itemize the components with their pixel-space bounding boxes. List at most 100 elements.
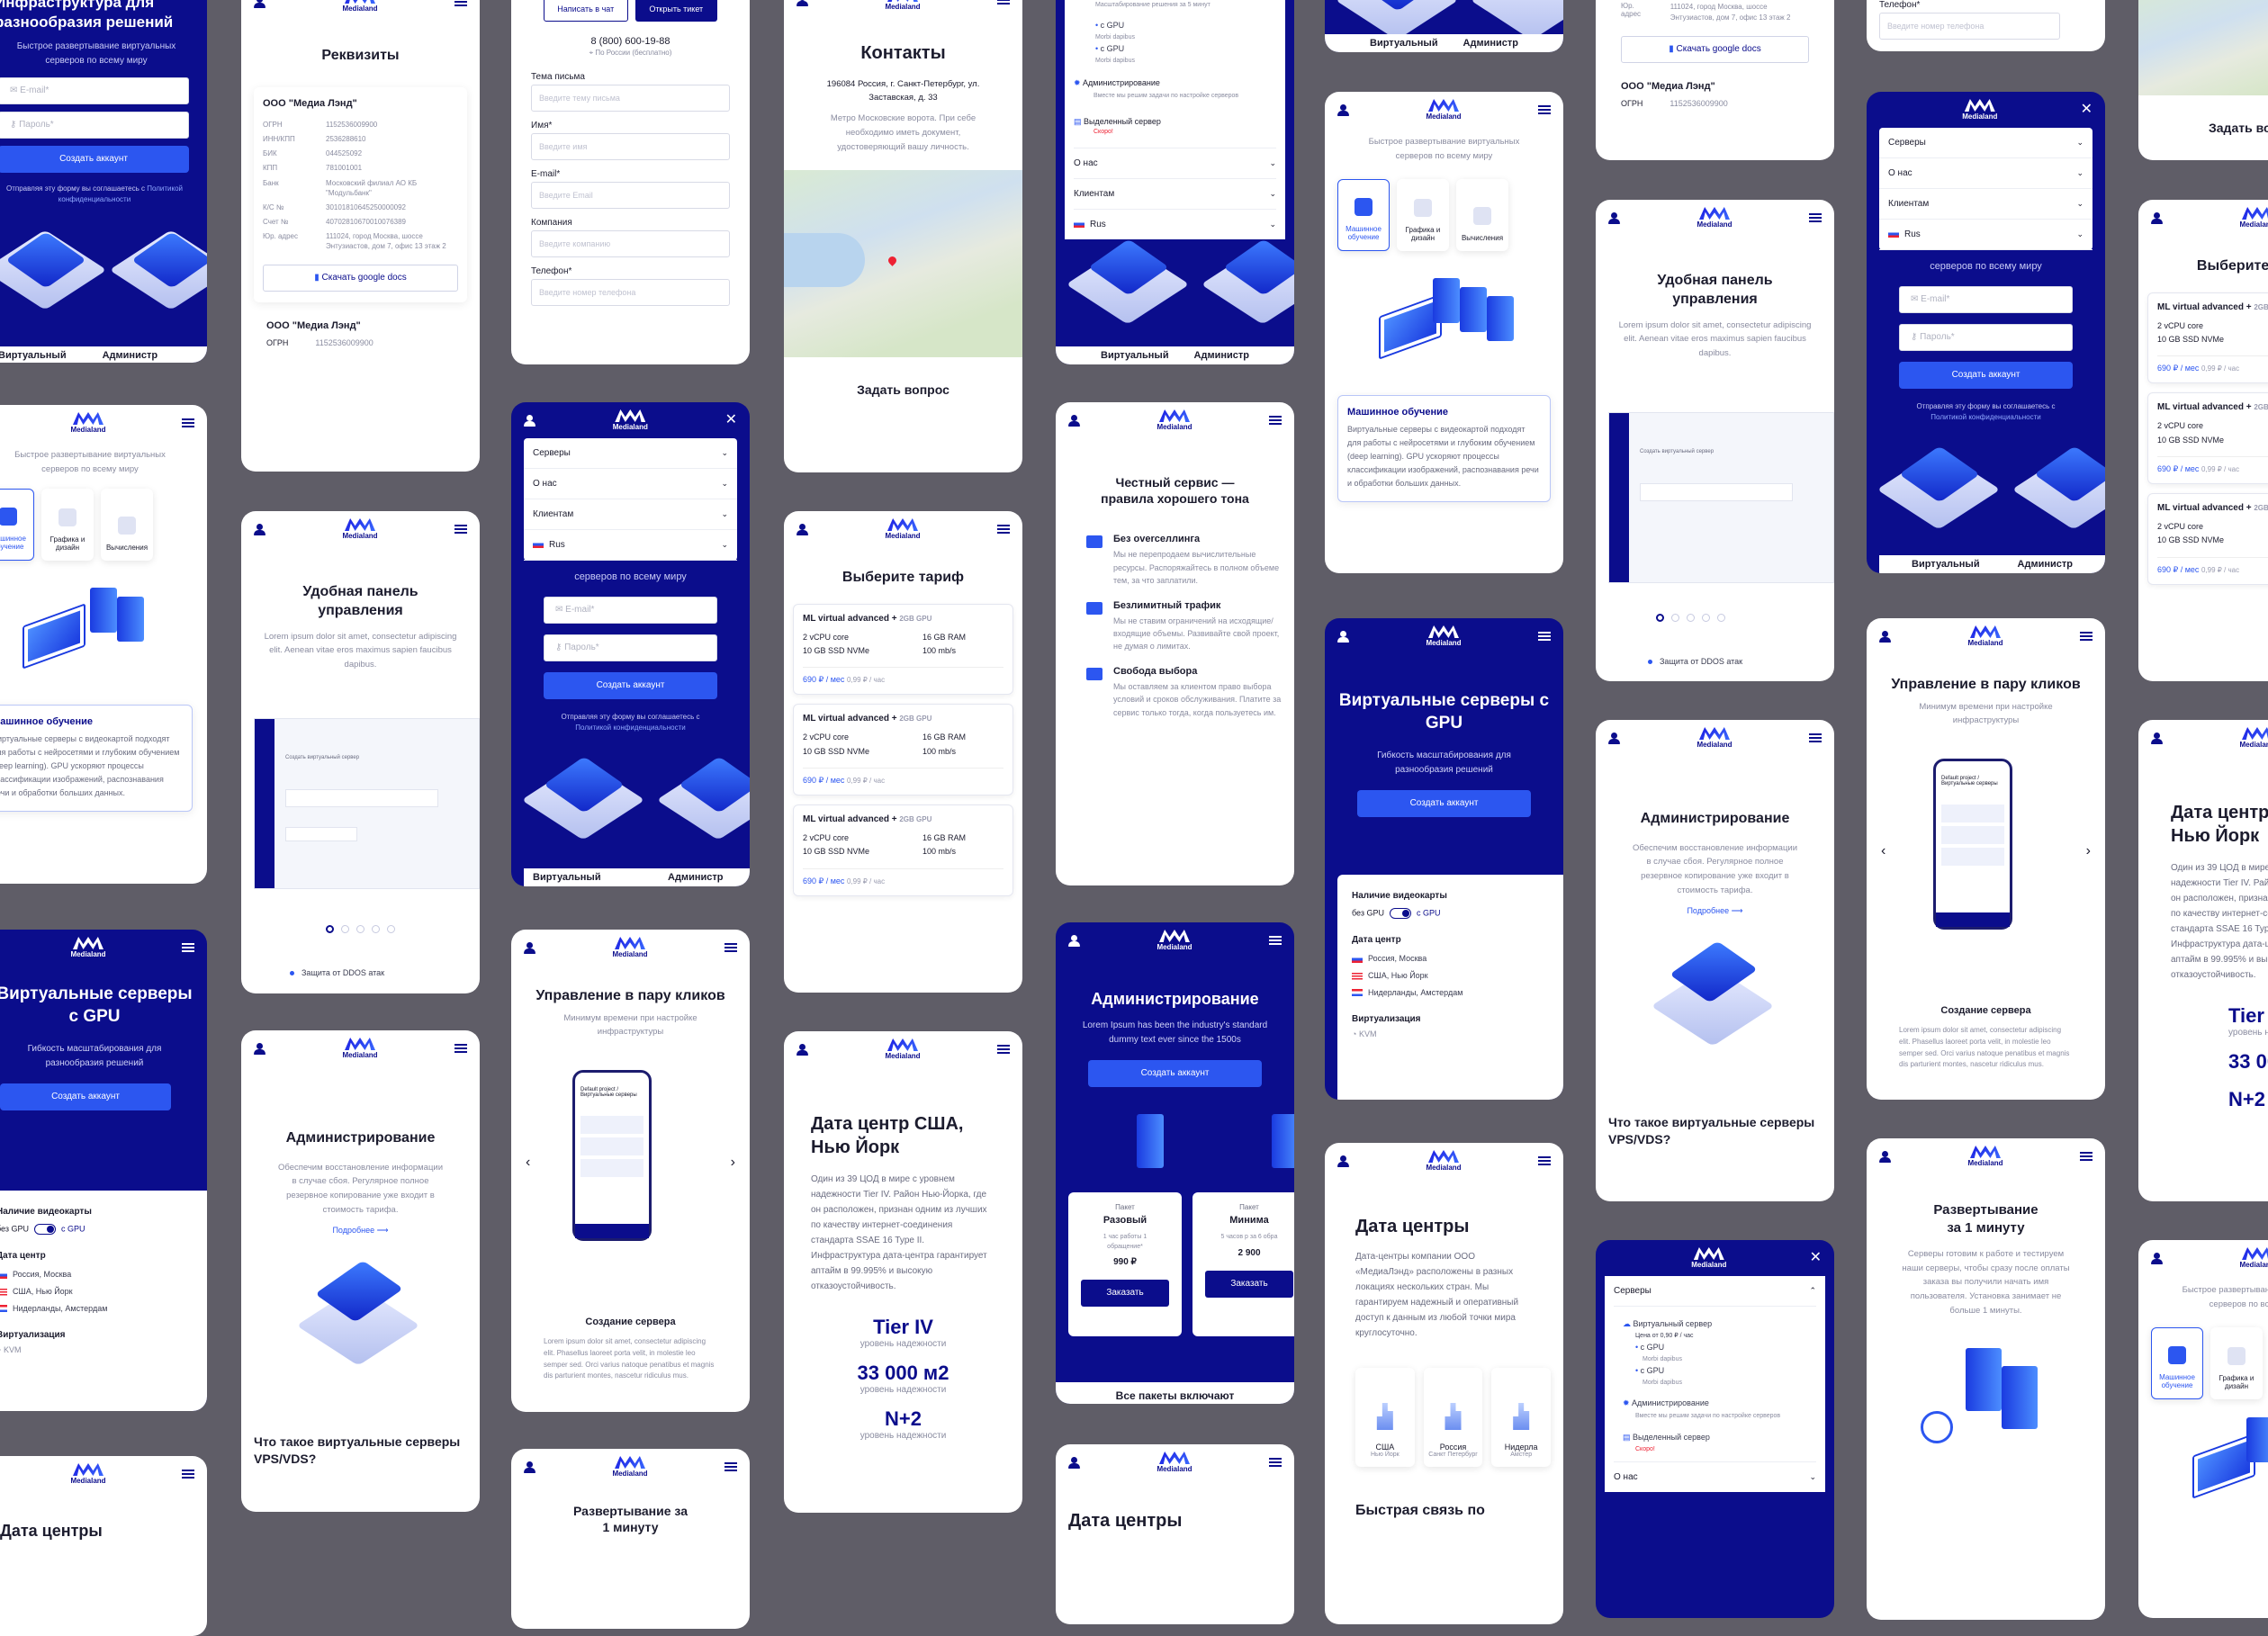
privacy-link[interactable]: Политикой конфиденциальности (575, 724, 685, 732)
password-input[interactable]: ⚷ Пароль* (1899, 324, 2073, 351)
menu-burger-icon[interactable] (997, 525, 1010, 534)
menu-burger-icon[interactable] (454, 525, 467, 534)
create-account-button[interactable]: Создать аккаунт (1899, 362, 2073, 389)
ask-question[interactable]: Задать вопрос (2138, 121, 2268, 135)
medialand-logo[interactable]: Medialand (1156, 409, 1192, 431)
user-icon[interactable] (796, 1043, 808, 1056)
menu-burger-icon[interactable] (454, 0, 467, 6)
menu-burger-icon[interactable] (2080, 632, 2092, 641)
what-is-vps[interactable]: Что такое виртуальные серверы VPS/VDS? (1596, 1060, 1834, 1146)
medialand-logo[interactable]: Medialand (70, 937, 105, 958)
medialand-logo[interactable]: Medialand (885, 0, 920, 11)
menu-burger-icon[interactable] (182, 1470, 194, 1479)
menu-servers[interactable]: Серверы ⌄ (524, 438, 737, 469)
medialand-logo[interactable]: Medialand (70, 412, 105, 434)
tariff-option[interactable]: ML virtual advanced + 2GB GPU2 vCPU core… (793, 804, 1013, 896)
menu-burger-icon[interactable] (454, 1044, 467, 1053)
medialand-logo[interactable]: Medialand (2239, 727, 2268, 749)
menu-about[interactable]: О нас ⌄ (524, 469, 737, 499)
user-icon[interactable] (524, 414, 536, 427)
user-icon[interactable] (796, 0, 808, 6)
user-icon[interactable] (254, 523, 266, 535)
user-icon[interactable] (1608, 732, 1620, 744)
chevron-left-icon[interactable]: ‹ (1881, 843, 1886, 859)
menu-language[interactable]: Rus ⌄ (524, 530, 737, 561)
medialand-logo[interactable]: Medialand (1696, 727, 1732, 749)
tariff-option[interactable]: ML virtual advanced + 2GB GPU2 vCPU core… (793, 704, 1013, 796)
medialand-logo[interactable]: Medialand (885, 518, 920, 540)
dc-option[interactable]: США, Нью Йорк (1352, 967, 1549, 984)
menu-about[interactable]: О нас ⌄ (1614, 1461, 1816, 1492)
menu-burger-icon[interactable] (2080, 1152, 2092, 1161)
menu-burger-icon[interactable] (724, 943, 737, 952)
medialand-logo[interactable]: Medialand (612, 1456, 647, 1478)
ask-question[interactable]: Задать вопрос (784, 382, 1022, 397)
medialand-logo[interactable]: Medialand (613, 409, 648, 431)
user-icon[interactable] (524, 941, 536, 954)
menu-burger-icon[interactable] (182, 418, 194, 427)
user-icon[interactable] (1337, 103, 1349, 116)
ticket-button[interactable]: Открыть тикет (634, 0, 717, 22)
user-icon[interactable] (254, 0, 266, 8)
menu-servers[interactable]: Серверы ⌃ (1614, 1276, 1816, 1307)
medialand-logo[interactable]: Medialand (342, 518, 377, 540)
download-docs-button[interactable]: ▮ Скачать google docs (263, 264, 458, 292)
submenu-gpu[interactable]: • с GPU (1095, 17, 1276, 34)
tab-ml[interactable]: Машинное обучение (1337, 179, 1390, 252)
tile-admin[interactable]: Администр (1463, 38, 1518, 49)
tile-admin[interactable]: Администр (1194, 350, 1249, 361)
medialand-logo[interactable]: Medialand (2239, 207, 2268, 229)
user-icon[interactable] (2151, 1252, 2163, 1264)
dc-netherlands[interactable]: Нидерла Амстер (1491, 1368, 1551, 1467)
medialand-logo[interactable]: Medialand (1967, 625, 2002, 647)
medialand-logo[interactable]: Medialand (1156, 930, 1192, 951)
submenu-admin[interactable]: ✹ Администрирование (1623, 1395, 1816, 1412)
submenu-gpu[interactable]: • с GPU (1095, 40, 1276, 58)
menu-burger-icon[interactable] (1538, 1156, 1551, 1165)
medialand-logo[interactable]: Medialand (1967, 1146, 2002, 1167)
menu-burger-icon[interactable] (182, 943, 194, 952)
menu-burger-icon[interactable] (724, 1462, 737, 1471)
menu-clients[interactable]: Клиентам ⌄ (1074, 177, 1276, 209)
email-input[interactable]: ✉ E-mail* (0, 77, 189, 105)
create-account-button[interactable]: Создать аккаунт (1088, 1060, 1262, 1088)
medialand-logo[interactable]: Medialand (1962, 99, 1997, 121)
medialand-logo[interactable]: Medialand (2239, 1247, 2268, 1269)
user-icon[interactable] (524, 1461, 536, 1473)
menu-burger-icon[interactable] (1269, 936, 1282, 945)
user-icon[interactable] (1068, 1456, 1080, 1469)
submenu-admin[interactable]: ✹ Администрирование (1074, 78, 1276, 88)
order-button[interactable]: Заказать (1205, 1270, 1293, 1298)
tab-graphics[interactable]: Графика и дизайн (1397, 179, 1449, 252)
close-icon[interactable]: ✕ (1810, 1251, 1822, 1265)
medialand-logo[interactable]: Medialand (1156, 1452, 1192, 1473)
email-input[interactable]: ✉ E-mail* (1899, 286, 2073, 313)
user-icon[interactable] (796, 523, 808, 535)
create-account-button[interactable]: Создать аккаунт (0, 146, 189, 174)
tab-ml[interactable]: Машинное обучение (0, 489, 34, 562)
gpu-toggle[interactable] (34, 1224, 56, 1235)
user-icon[interactable] (2151, 211, 2163, 224)
menu-burger-icon[interactable] (1538, 105, 1551, 114)
medialand-logo[interactable]: Medialand (342, 1038, 377, 1059)
menu-about[interactable]: О нас ⌄ (1074, 147, 1276, 178)
create-account-button[interactable]: Создать аккаунт (1357, 790, 1531, 818)
gpu-toggle[interactable] (1390, 908, 1411, 919)
tariff-option[interactable]: ML virtual advanced + 2GB GPU2 vCPU core… (793, 603, 1013, 696)
tile-virtual[interactable]: Виртуальный (533, 872, 668, 883)
close-icon[interactable]: ✕ (2081, 103, 2092, 117)
create-account-button[interactable]: Создать аккаунт (0, 1083, 171, 1111)
location-map[interactable] (2138, 0, 2268, 95)
more-link[interactable]: Подробнее ⟶ (241, 1226, 480, 1236)
medialand-logo[interactable]: Medialand (1426, 99, 1461, 121)
submenu-dedicated[interactable]: ▤ Выделенный сервер (1623, 1429, 1816, 1446)
submenu-vps[interactable]: ☁ Виртуальный сервер (1623, 1316, 1816, 1333)
chevron-right-icon[interactable]: › (731, 1155, 735, 1171)
dc-option[interactable]: Нидерланды, Амстердам (0, 1300, 193, 1317)
tariff-option[interactable]: ML virtual advanced + 2GB GPU2 vCPU core… (2147, 292, 2268, 384)
what-is-vps[interactable]: Что такое виртуальные серверы VPS/VDS? (241, 1380, 480, 1466)
medialand-logo[interactable]: Medialand (885, 1038, 920, 1060)
tile-admin[interactable]: Администр (668, 872, 723, 883)
user-icon[interactable] (1608, 211, 1620, 224)
submenu-dedicated[interactable]: ▤ Выделенный сервер (1074, 117, 1276, 127)
